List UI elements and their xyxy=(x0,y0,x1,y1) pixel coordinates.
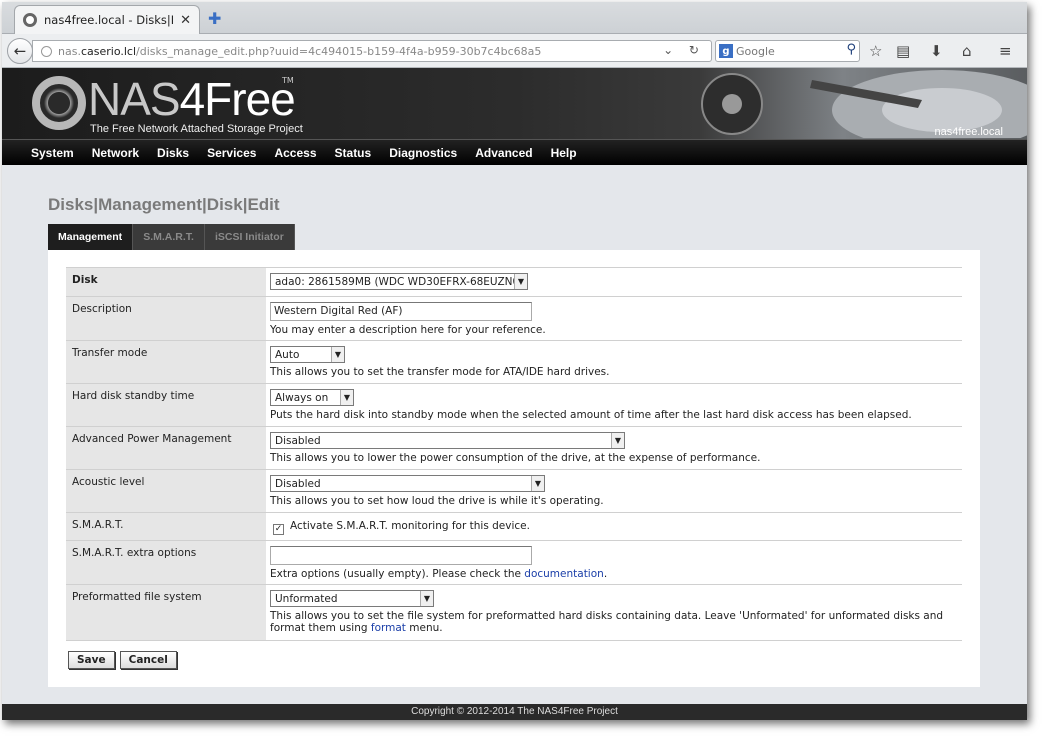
chevron-down-icon: ▼ xyxy=(611,433,624,448)
save-button[interactable]: Save xyxy=(68,651,115,669)
chevron-down-icon: ▼ xyxy=(531,476,544,491)
acoustic-level-label: Acoustic level xyxy=(66,469,266,513)
menu-advanced[interactable]: Advanced xyxy=(466,140,541,165)
menu-status[interactable]: Status xyxy=(326,140,381,165)
menu-network[interactable]: Network xyxy=(83,140,148,165)
browser-tab[interactable]: nas4free.local - Disks|Ma... ✕ xyxy=(14,5,200,34)
standby-time-select[interactable]: Always on ▼ xyxy=(270,389,354,406)
smart-checkbox-label: Activate S.M.A.R.T. monitoring for this … xyxy=(290,520,530,532)
form-buttons: Save Cancel xyxy=(68,651,177,669)
power-management-label: Advanced Power Management xyxy=(66,426,266,470)
logo: NAS4Free xyxy=(88,72,296,126)
tab-iscsi-initiator[interactable]: iSCSI Initiator xyxy=(204,224,295,250)
chevron-down-icon: ▼ xyxy=(420,591,433,606)
site-header: NAS4Free TM The Free Network Attached St… xyxy=(2,68,1027,139)
close-tab-icon[interactable]: ✕ xyxy=(180,13,191,28)
search-placeholder: Google xyxy=(736,44,775,58)
smart-label: S.M.A.R.T. xyxy=(66,512,266,541)
tab-title: nas4free.local - Disks|Ma... xyxy=(44,13,173,27)
home-icon[interactable]: ⌂ xyxy=(962,42,972,60)
smart-extra-hint-text: Extra options (usually empty). Please ch… xyxy=(270,568,525,580)
chevron-down-icon: ▼ xyxy=(514,274,527,289)
menu-disks[interactable]: Disks xyxy=(148,140,198,165)
logo-disc-icon xyxy=(32,76,86,130)
smart-extra-label: S.M.A.R.T. extra options xyxy=(66,540,266,585)
description-hint: You may enter a description here for you… xyxy=(270,324,546,336)
main-menu: System Network Disks Services Access Sta… xyxy=(2,139,1027,165)
menu-system[interactable]: System xyxy=(22,140,83,165)
browser-window: nas4free.local - Disks|Ma... ✕ ✚ nas.cas… xyxy=(2,2,1027,720)
standby-time-value: Always on xyxy=(275,391,329,404)
menu-diagnostics[interactable]: Diagnostics xyxy=(380,140,466,165)
power-management-hint: This allows you to lower the power consu… xyxy=(270,452,761,464)
acoustic-level-value: Disabled xyxy=(275,477,321,490)
reading-list-icon[interactable]: ▤ xyxy=(896,42,910,60)
menu-services[interactable]: Services xyxy=(198,140,265,165)
menu-icon[interactable]: ≡ xyxy=(999,42,1012,60)
globe-icon xyxy=(41,45,52,57)
tab-strip: nas4free.local - Disks|Ma... ✕ ✚ xyxy=(2,2,1027,34)
url-path: /disks_manage_edit.php?uuid=4c494015-b15… xyxy=(136,44,542,58)
disk-edit-form: Disk ada0: 2861589MB (WDC WD30EFRX-68EUZ… xyxy=(66,267,962,641)
favicon-icon xyxy=(23,13,37,27)
chevron-down-icon: ▼ xyxy=(340,390,353,405)
search-icon[interactable]: ⚲ xyxy=(846,42,856,57)
transfer-mode-label: Transfer mode xyxy=(66,340,266,384)
power-management-select[interactable]: Disabled ▼ xyxy=(270,432,625,449)
tab-smart[interactable]: S.M.A.R.T. xyxy=(133,224,205,250)
url-prefix: nas. xyxy=(58,44,81,58)
acoustic-level-select[interactable]: Disabled ▼ xyxy=(270,475,545,492)
tab-management[interactable]: Management xyxy=(48,224,134,250)
disk-select-value: ada0: 2861589MB (WDC WD30EFRX-68EUZN0) xyxy=(275,275,524,288)
host-name: nas4free.local xyxy=(934,126,1004,138)
transfer-mode-value: Auto xyxy=(275,348,300,361)
menu-access[interactable]: Access xyxy=(265,140,325,165)
description-label: Description xyxy=(66,296,266,341)
page-title: Disks|Management|Disk|Edit xyxy=(48,195,280,214)
transfer-mode-hint: This allows you to set the transfer mode… xyxy=(270,366,610,378)
smart-extra-hint-end: . xyxy=(603,568,608,580)
preformatted-fs-select[interactable]: Unformated ▼ xyxy=(270,590,434,607)
smart-extra-hint: Extra options (usually empty). Please ch… xyxy=(270,568,958,580)
description-input[interactable]: Western Digital Red (AF) xyxy=(270,302,532,321)
download-icon[interactable]: ⬇ xyxy=(930,42,943,60)
page-tabs: Management S.M.A.R.T. iSCSI Initiator xyxy=(48,224,295,250)
search-engine-icon[interactable]: g xyxy=(719,44,733,58)
logo-free-text: 4Free xyxy=(179,73,296,125)
documentation-link[interactable]: documentation xyxy=(524,568,604,580)
bookmark-star-icon[interactable]: ☆ xyxy=(869,42,882,60)
smart-checkbox[interactable]: ✓ xyxy=(273,523,284,535)
navigation-bar: nas. caserio.lcl/disks_manage_edit.php?uu… xyxy=(2,34,1027,68)
standby-time-label: Hard disk standby time xyxy=(66,383,266,427)
standby-time-hint: Puts the hard disk into standby mode whe… xyxy=(270,409,912,421)
footer-copyright: Copyright © 2012-2014 The NAS4Free Proje… xyxy=(2,704,1027,720)
power-management-value: Disabled xyxy=(275,434,321,447)
logo-trademark: TM xyxy=(282,76,294,85)
new-tab-icon[interactable]: ✚ xyxy=(208,9,221,28)
logo-nas-text: NAS xyxy=(88,73,181,125)
menu-help[interactable]: Help xyxy=(542,140,586,165)
cancel-button[interactable]: Cancel xyxy=(119,651,177,669)
url-bar[interactable]: nas. caserio.lcl/disks_manage_edit.php?uu… xyxy=(32,40,712,62)
format-link[interactable]: format xyxy=(371,622,406,634)
disk-label: Disk xyxy=(66,267,266,297)
preformatted-fs-label: Preformatted file system xyxy=(66,584,266,641)
transfer-mode-select[interactable]: Auto ▼ xyxy=(270,346,345,363)
tagline: The Free Network Attached Storage Projec… xyxy=(90,123,303,135)
acoustic-level-hint: This allows you to set how loud the driv… xyxy=(270,495,604,507)
form-panel: Disk ada0: 2861589MB (WDC WD30EFRX-68EUZ… xyxy=(48,250,980,687)
preformatted-fs-hint: This allows you to set the file system f… xyxy=(270,610,958,634)
preformatted-fs-hint-end: menu. xyxy=(405,622,443,634)
url-dropdown-reload-icons[interactable]: ⌄ ↻ xyxy=(663,43,705,57)
preformatted-fs-value: Unformated xyxy=(275,592,338,605)
chevron-down-icon: ▼ xyxy=(331,347,344,362)
smart-extra-input[interactable] xyxy=(270,546,532,565)
search-input[interactable]: g Google ⚲ xyxy=(715,40,860,62)
url-host: caserio.lcl xyxy=(80,44,137,58)
disk-select[interactable]: ada0: 2861589MB (WDC WD30EFRX-68EUZN0) ▼ xyxy=(270,273,528,290)
back-button[interactable]: ← xyxy=(7,38,33,64)
